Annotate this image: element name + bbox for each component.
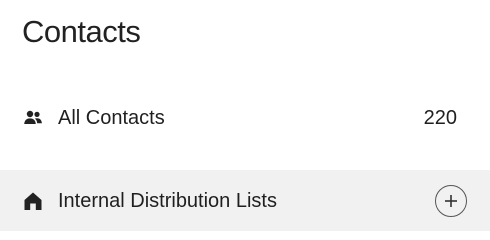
all-contacts-label: All Contacts: [58, 107, 165, 129]
people-icon: [22, 107, 44, 129]
plus-icon: [445, 194, 457, 207]
all-contacts-count: 220: [423, 107, 457, 129]
page-title: Contacts: [22, 14, 141, 49]
internal-distribution-lists-label: Internal Distribution Lists: [58, 189, 277, 212]
home-icon: [22, 190, 44, 212]
contacts-panel: Contacts All Contacts 220 Internal Distr…: [0, 0, 490, 238]
internal-distribution-lists-item[interactable]: Internal Distribution Lists: [0, 170, 490, 231]
add-distribution-list-button[interactable]: [435, 184, 467, 217]
all-contacts-item[interactable]: All Contacts 220: [0, 95, 490, 141]
